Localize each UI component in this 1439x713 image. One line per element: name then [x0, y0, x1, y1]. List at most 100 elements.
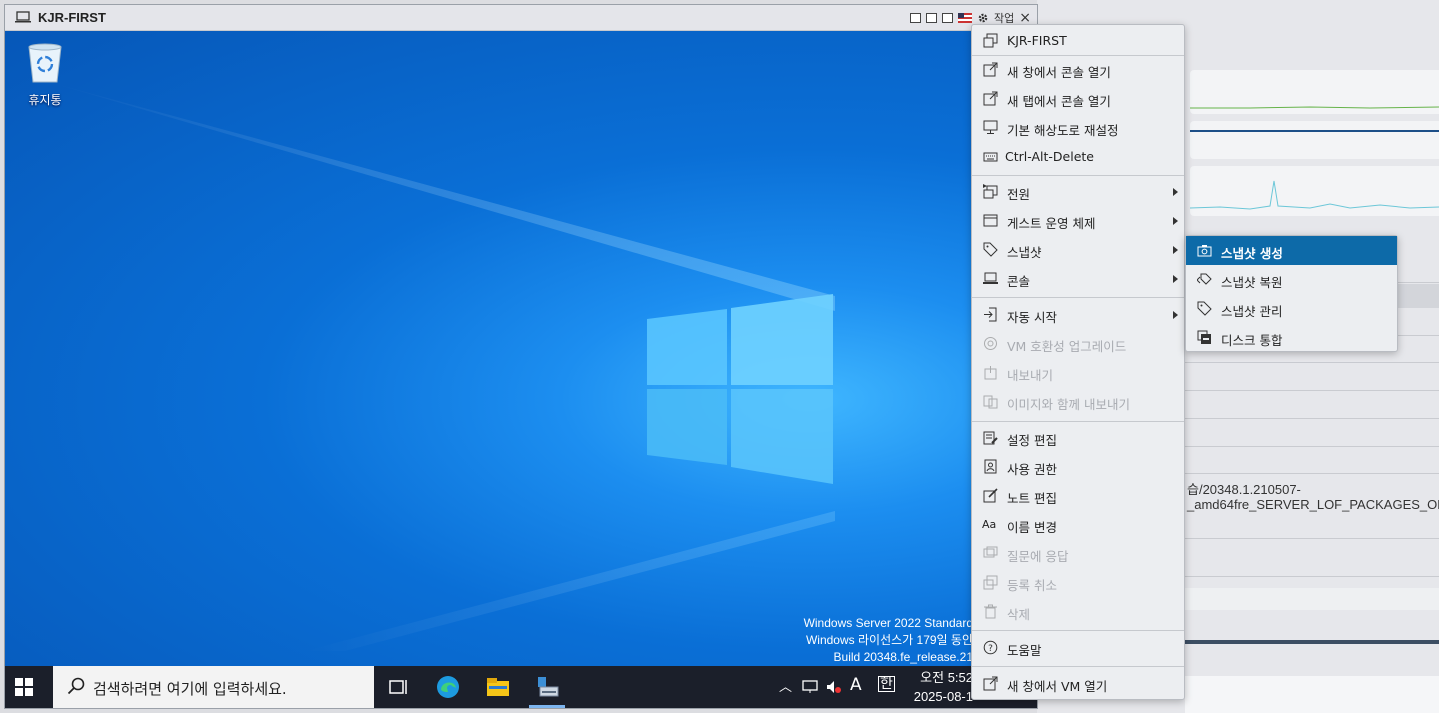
menu-item-label: 삭제: [1007, 607, 1031, 622]
tag-icon: [1197, 301, 1212, 316]
console-titlebar: KJR-FIRST 작업 ×: [5, 5, 1037, 31]
export-icon: [984, 366, 997, 380]
watermark-build: Build 20348.fe_release.21: [833, 650, 973, 664]
file-explorer-icon[interactable]: [485, 674, 511, 700]
menu-item-label: 기본 해상도로 재설정: [1007, 123, 1119, 138]
menu-item-label: 질문에 응답: [1007, 549, 1069, 564]
menu-item-label: 스냅샷: [1007, 245, 1042, 260]
network-icon[interactable]: [802, 680, 818, 694]
windows-taskbar: 검색하려면 여기에 입력하세요. ︿ A 한 오전 5:52 2025-08-1: [5, 666, 1037, 708]
ime-mode-indicator[interactable]: A: [850, 675, 862, 695]
submenu-item-label: 스냅샷 복원: [1221, 275, 1283, 290]
fullscreen-icon[interactable]: [942, 13, 954, 23]
badge-icon: [984, 459, 997, 474]
keyboard-language-icon[interactable]: [958, 13, 973, 23]
close-icon[interactable]: ×: [1019, 11, 1031, 25]
edge-browser-icon[interactable]: [435, 674, 461, 700]
menu-item-guest-os[interactable]: 게스트 운영 체제: [972, 206, 1184, 235]
help-icon: ?: [983, 640, 998, 655]
menu-item-console[interactable]: 콘솔: [972, 264, 1184, 293]
submenu-item-manage-snapshots[interactable]: 스냅샷 관리: [1186, 294, 1397, 323]
menu-item-help[interactable]: ? 도움말: [972, 633, 1184, 662]
menu-separator: [972, 175, 1184, 176]
menu-item-label: 게스트 운영 체제: [1007, 216, 1096, 231]
windows-logo: [647, 294, 833, 484]
menu-item-reset-resolution[interactable]: 기본 해상도로 재설정: [972, 113, 1184, 142]
menu-item-autostart[interactable]: 자동 시작: [972, 300, 1184, 329]
divider: [1185, 538, 1439, 539]
camera-icon: [1197, 245, 1212, 257]
menu-item-power[interactable]: 전원: [972, 177, 1184, 206]
server-manager-icon[interactable]: [534, 674, 560, 700]
upgrade-icon: [984, 337, 997, 350]
submenu-item-label: 스냅샷 관리: [1221, 304, 1283, 319]
storage-sparkline: [1189, 180, 1439, 210]
divider: [1185, 362, 1439, 363]
edit-settings-icon: [983, 431, 998, 445]
menu-item-label: 전원: [1007, 187, 1031, 202]
minimize-icon[interactable]: [926, 13, 938, 23]
menu-item-export: 내보내기: [972, 358, 1184, 387]
menu-item-label: 노트 편집: [1007, 491, 1057, 506]
memory-sparkline: [1190, 130, 1439, 132]
submenu-arrow-icon: [1173, 311, 1178, 319]
menu-item-rename[interactable]: Aa 이름 변경: [972, 510, 1184, 539]
task-view-icon[interactable]: [385, 674, 411, 700]
menu-item-edit-notes[interactable]: 노트 편집: [972, 481, 1184, 510]
volume-muted-icon[interactable]: [826, 680, 842, 694]
menu-separator: [972, 297, 1184, 298]
restore-icon[interactable]: [910, 13, 922, 23]
monitor-reset-icon: [983, 120, 998, 134]
unregister-icon: [983, 575, 998, 590]
menu-item-open-vm-new-window[interactable]: 새 창에서 VM 열기: [972, 669, 1184, 698]
menu-item-label: 콘솔: [1007, 274, 1031, 289]
clock-time: 오전 5:52: [920, 670, 973, 685]
submenu-item-consolidate-disks[interactable]: 디스크 통합: [1186, 323, 1397, 352]
menu-item-label: 새 창에서 콘솔 열기: [1007, 65, 1111, 80]
menu-item-snapshot[interactable]: 스냅샷: [972, 235, 1184, 264]
menu-item-open-console-new-window[interactable]: 새 창에서 콘솔 열기: [972, 55, 1184, 84]
taskbar-search-box[interactable]: 검색하려면 여기에 입력하세요.: [53, 666, 374, 708]
storage-graph-panel: [1189, 166, 1439, 216]
guest-desktop[interactable]: 휴지통 Windows Server 2022 Standard Windows…: [5, 31, 1037, 666]
submenu-item-take-snapshot[interactable]: 스냅샷 생성: [1186, 236, 1397, 265]
menu-item-open-console-new-tab[interactable]: 새 탭에서 콘솔 열기: [972, 84, 1184, 113]
menu-item-upgrade-compatibility: VM 호환성 업그레이드: [972, 329, 1184, 358]
laptop-icon: [983, 272, 998, 284]
menu-item-ctrl-alt-delete[interactable]: Ctrl-Alt-Delete: [972, 142, 1184, 171]
windows-start-icon[interactable]: [15, 678, 33, 696]
menu-item-label: 내보내기: [1007, 368, 1054, 383]
screen: 습/20348.1.210507- _amd64fre_SERVER_LOF_P…: [0, 0, 1439, 713]
menu-item-permissions[interactable]: 사용 권한: [972, 452, 1184, 481]
chevron-up-icon[interactable]: ︿: [779, 676, 792, 695]
os-build-text-2: _amd64fre_SERVER_LOF_PACKAGES_OE: [1187, 497, 1439, 512]
menu-item-label: Ctrl-Alt-Delete: [1005, 149, 1094, 164]
power-icon: [983, 184, 998, 199]
menu-item-label: 자동 시작: [1007, 310, 1057, 325]
menu-item-export-with-images: 이미지와 함께 내보내기: [972, 387, 1184, 416]
snapshot-submenu: 스냅샷 생성 스냅샷 복원 스냅샷 관리 디스크 통합: [1185, 235, 1398, 352]
external-link-icon: [983, 676, 998, 691]
disk-consolidate-icon: [1197, 330, 1211, 344]
menu-item-label: 도움말: [1007, 643, 1042, 658]
keyboard-icon: [983, 152, 998, 162]
divider: [1185, 418, 1439, 419]
vm-console-window[interactable]: KJR-FIRST 작업 × 휴지통 Windows Server 2022 S…: [4, 4, 1038, 709]
external-link-icon: [983, 62, 998, 77]
vm-copy-icon: [983, 33, 998, 48]
menu-header-vm-name: KJR-FIRST: [972, 26, 1184, 55]
taskbar-clock[interactable]: 오전 5:52 2025-08-1: [914, 668, 973, 706]
submenu-arrow-icon: [1173, 275, 1178, 283]
menu-item-label: 이미지와 함께 내보내기: [1007, 397, 1130, 412]
recycle-bin[interactable]: 휴지통: [21, 43, 69, 108]
menu-item-unregister: 등록 취소: [972, 568, 1184, 597]
submenu-item-revert-snapshot[interactable]: 스냅샷 복원: [1186, 265, 1397, 294]
menu-separator: [972, 630, 1184, 631]
gear-icon[interactable]: [977, 12, 989, 24]
panel-row: [1185, 588, 1439, 610]
menu-item-label: 새 탭에서 콘솔 열기: [1007, 94, 1111, 109]
menu-item-edit-settings[interactable]: 설정 편집: [972, 423, 1184, 452]
divider: [1185, 446, 1439, 447]
svg-text:?: ?: [988, 644, 993, 654]
ime-hangul-indicator[interactable]: 한: [878, 676, 895, 692]
